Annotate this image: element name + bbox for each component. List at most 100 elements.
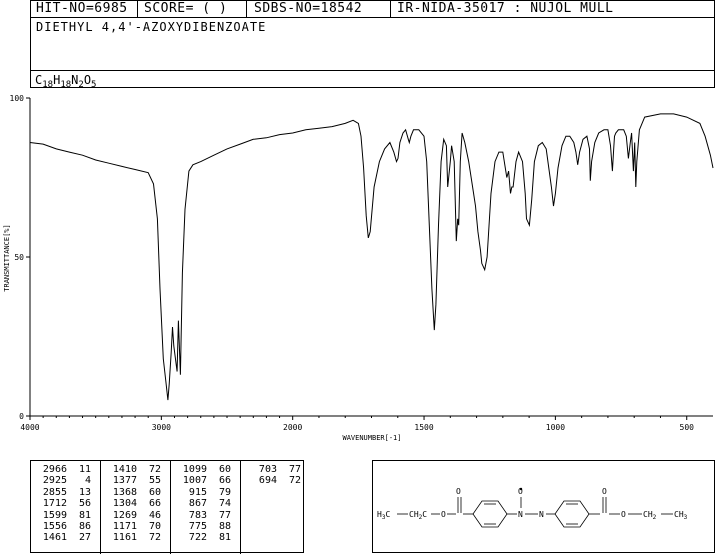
peak-wavenumber: 1161: [112, 532, 137, 544]
peak-wavenumber: 867: [182, 498, 207, 510]
peak-transmittance: 72: [148, 532, 161, 544]
peak-table-divider-2: [170, 461, 171, 554]
peak-column: 1099 60 1007 66 915 79 867 74 783 77 775 88 722…: [177, 464, 231, 544]
peak-wavenumber: 1712: [42, 498, 67, 510]
x-tick-label: 1000: [546, 423, 565, 432]
peak-row: 1410 72: [107, 464, 161, 475]
x-tick-label: 500: [680, 423, 695, 432]
y-tick-label: 100: [10, 94, 25, 103]
peak-transmittance: 55: [148, 475, 161, 487]
peak-wavenumber: 1556: [42, 521, 67, 533]
x-tick-label: 3000: [152, 423, 171, 432]
ester-oxygen-left: O: [441, 510, 446, 519]
peak-wavenumber: 694: [252, 475, 277, 487]
peak-row: 1712 56: [37, 498, 91, 509]
peak-wavenumber: 1461: [42, 532, 67, 544]
peak-row: 1007 66: [177, 475, 231, 486]
peak-transmittance: 86: [78, 521, 91, 533]
peak-row: 1099 60: [177, 464, 231, 475]
peak-transmittance: 4: [84, 475, 91, 487]
peak-transmittance: 13: [78, 486, 91, 498]
peak-row: 2855 13: [37, 487, 91, 498]
peak-wavenumber: 915: [182, 486, 207, 498]
peak-wavenumber: 703: [252, 464, 277, 475]
peak-wavenumber: 2966: [42, 464, 67, 475]
methylene-group-left: CH2C: [409, 510, 427, 521]
y-axis-label: TRANSMITTANCE[%]: [3, 224, 11, 291]
peak-transmittance: 56: [78, 498, 91, 510]
carbonyl-oxygen-right: O: [602, 487, 607, 496]
x-tick-label: 1500: [414, 423, 433, 432]
peak-transmittance: 81: [218, 532, 231, 544]
peak-row: 703 77: [247, 464, 301, 475]
peak-transmittance: 81: [78, 509, 91, 521]
hit-number: HIT-NO=6985: [36, 1, 128, 16]
peak-wavenumber: 783: [182, 509, 207, 521]
molecular-structure: H3C CH2C O O N O N O O CH2 CH3: [377, 487, 688, 528]
peak-wavenumber: 1269: [112, 509, 137, 521]
formula-box: C18H18N2O5: [30, 70, 715, 90]
header-bar: HIT-NO=6985 SCORE= ( ) SDBS-NO=18542 IR-…: [30, 0, 715, 18]
ester-oxygen-right: O: [621, 510, 626, 519]
peak-table-divider-3: [240, 461, 241, 554]
peak-transmittance: 77: [288, 464, 301, 475]
peak-row: 1161 72: [107, 532, 161, 543]
peak-table: 2966 11 2925 4 2855 13 1712 56 1599 81 1556 86 1461 2…: [30, 460, 304, 554]
peak-row: 2966 11: [37, 464, 91, 475]
peak-row: 783 77: [177, 510, 231, 521]
peak-row: 1461 27: [37, 532, 91, 543]
peak-transmittance: 11: [78, 464, 91, 475]
ir-spectrum-chart: 0 50 100 4000 3000 2000 1500 1000 500 TRANSMITT…: [3, 94, 714, 442]
peak-row: 2925 4: [37, 475, 91, 486]
methylene-group-right: CH2: [643, 510, 657, 521]
azo-nitrogen-left: N: [518, 510, 523, 519]
peak-transmittance: 60: [148, 486, 161, 498]
carbonyl-oxygen-left: O: [456, 487, 461, 496]
peak-transmittance: 46: [148, 509, 161, 521]
peak-row: 1556 86: [37, 521, 91, 532]
peak-row: 1377 55: [107, 475, 161, 486]
peak-wavenumber: 1099: [182, 464, 207, 475]
peak-wavenumber: 1368: [112, 486, 137, 498]
peak-transmittance: 72: [148, 464, 161, 475]
methyl-group-right: CH3: [674, 510, 688, 521]
header-divider-2: [246, 1, 247, 18]
y-tick-label: 50: [14, 253, 24, 262]
azoxy-charge-dot: [519, 487, 523, 491]
peak-column: 1410 72 1377 55 1368 60 1304 66 1269 46 1171 70 1161…: [107, 464, 161, 544]
peak-wavenumber: 1599: [42, 509, 67, 521]
header-divider-3: [390, 1, 391, 18]
peak-wavenumber: 722: [182, 532, 207, 544]
peak-transmittance: 70: [148, 521, 161, 533]
peak-transmittance: 72: [288, 475, 301, 487]
peak-row: 1171 70: [107, 521, 161, 532]
peak-column: 703 77 694 72: [247, 464, 301, 487]
peak-transmittance: 79: [218, 486, 231, 498]
peak-row: 694 72: [247, 475, 301, 486]
peak-row: 722 81: [177, 532, 231, 543]
peak-transmittance: 88: [218, 521, 231, 533]
y-tick-label: 0: [19, 412, 24, 421]
sdbs-number: SDBS-NO=18542: [254, 1, 363, 16]
peak-row: 1599 81: [37, 510, 91, 521]
peak-wavenumber: 1304: [112, 498, 137, 510]
header-divider-1: [137, 1, 138, 18]
structure-box: H3C CH2C O O N O N O O CH2 CH3: [372, 460, 715, 553]
peak-transmittance: 27: [78, 532, 91, 544]
peak-wavenumber: 775: [182, 521, 207, 533]
compound-name-box: DIETHYL 4,4'-AZOXYDIBENZOATE: [30, 17, 715, 71]
methyl-group-left: H3C: [377, 510, 390, 521]
compound-name: DIETHYL 4,4'-AZOXYDIBENZOATE: [36, 20, 267, 34]
peak-wavenumber: 1171: [112, 521, 137, 533]
peak-row: 1368 60: [107, 487, 161, 498]
score-field: SCORE= ( ): [144, 1, 228, 16]
peak-transmittance: 66: [218, 475, 231, 487]
peak-row: 1269 46: [107, 510, 161, 521]
peak-wavenumber: 1377: [112, 475, 137, 487]
formula-element: O: [83, 73, 92, 87]
benzene-ring-left: [472, 500, 508, 528]
x-tick-label: 4000: [20, 423, 39, 432]
peak-wavenumber: 2925: [42, 475, 67, 487]
x-tick-label: 2000: [283, 423, 302, 432]
ir-nida-info: IR-NIDA-35017 : NUJOL MULL: [397, 1, 614, 16]
